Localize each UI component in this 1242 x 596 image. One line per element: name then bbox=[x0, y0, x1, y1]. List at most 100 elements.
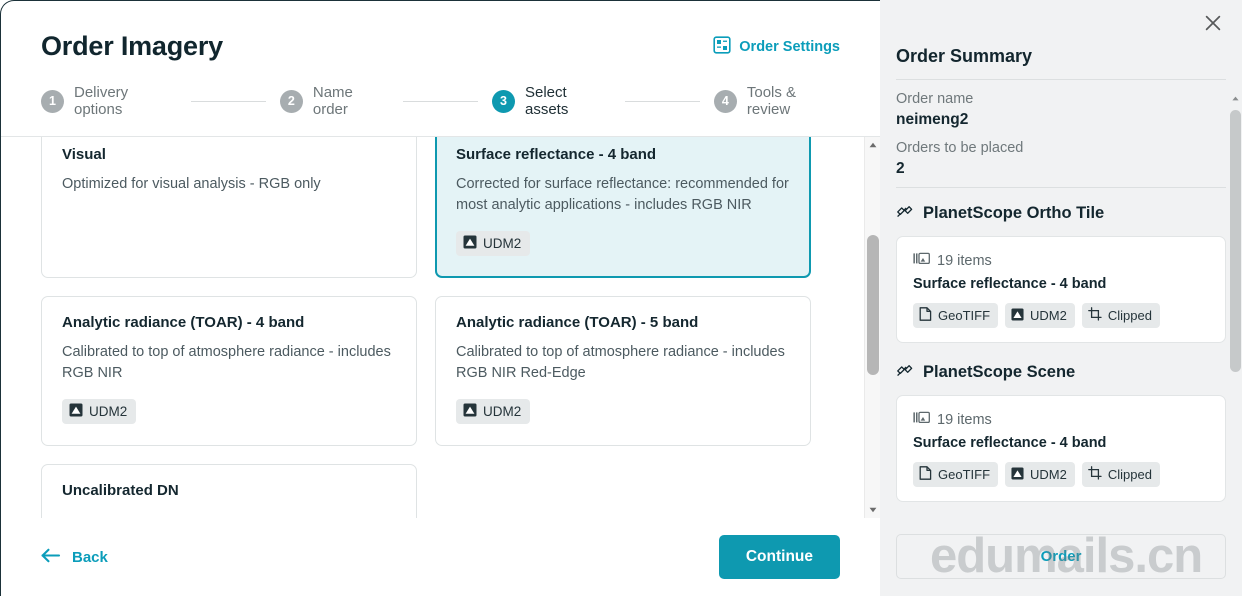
asset-card-description: Calibrated to top of atmosphere radiance… bbox=[62, 342, 396, 384]
order-button[interactable]: Order bbox=[896, 534, 1226, 579]
asset-card-title: Visual bbox=[62, 146, 396, 163]
step-number: 3 bbox=[492, 90, 515, 113]
file-icon bbox=[919, 307, 932, 324]
asset-card-description: Optimized for visual analysis - RGB only bbox=[62, 174, 396, 195]
step-label: Tools & review bbox=[747, 84, 840, 118]
summary-title: Order Summary bbox=[896, 46, 1226, 67]
scrollbar-thumb[interactable] bbox=[867, 235, 879, 375]
summary-items-count: 19 items bbox=[937, 253, 992, 269]
badge-clipped: Clipped bbox=[1082, 462, 1160, 487]
summary-card-badges: GeoTIFF UDM2 bbox=[913, 462, 1209, 487]
asset-card-title: Analytic radiance (TOAR) - 5 band bbox=[456, 314, 790, 331]
asset-card-description: Corrected for surface reflectance: recom… bbox=[456, 174, 790, 216]
summary-content: Order Summary Order name neimeng2 Orders… bbox=[896, 46, 1226, 520]
image-icon bbox=[1011, 467, 1024, 483]
scroll-down-arrow[interactable] bbox=[865, 502, 880, 518]
summary-divider bbox=[896, 187, 1226, 188]
step-connector bbox=[625, 101, 700, 102]
badge-label: UDM2 bbox=[483, 404, 521, 419]
asset-card-title: Analytic radiance (TOAR) - 4 band bbox=[62, 314, 396, 331]
summary-close-row bbox=[880, 0, 1242, 46]
badge-udm2: UDM2 bbox=[456, 399, 530, 424]
step-tools-review[interactable]: 4 Tools & review bbox=[714, 84, 840, 118]
step-number: 4 bbox=[714, 90, 737, 113]
close-icon bbox=[1204, 14, 1222, 32]
asset-cards-container: Visual Optimized for visual analysis - R… bbox=[1, 136, 851, 518]
summary-card-badges: GeoTIFF UDM2 bbox=[913, 303, 1209, 328]
order-settings-icon bbox=[713, 36, 731, 58]
asset-card-visual[interactable]: Visual Optimized for visual analysis - R… bbox=[41, 136, 417, 278]
order-name-value: neimeng2 bbox=[896, 111, 1226, 129]
asset-card-badges: UDM2 bbox=[456, 231, 790, 256]
summary-scroll-up-arrow[interactable] bbox=[1229, 92, 1242, 105]
stepper: 1 Delivery options 2 Name order 3 Select… bbox=[41, 84, 840, 136]
image-icon bbox=[463, 403, 477, 420]
crop-icon bbox=[1088, 466, 1102, 483]
summary-asset-title: Surface reflectance - 4 band bbox=[913, 276, 1209, 292]
step-connector bbox=[191, 101, 266, 102]
back-button[interactable]: Back bbox=[41, 548, 108, 567]
step-select-assets[interactable]: 3 Select assets bbox=[492, 84, 611, 118]
asset-card-title: Surface reflectance - 4 band bbox=[456, 146, 790, 163]
summary-scrollbar[interactable] bbox=[1229, 92, 1242, 534]
summary-group-name: PlanetScope Ortho Tile bbox=[923, 204, 1104, 223]
badge-udm2: UDM2 bbox=[62, 399, 136, 424]
scroll-up-arrow[interactable] bbox=[865, 137, 880, 153]
modal-header: Order Imagery Order Settings bbox=[1, 1, 880, 136]
summary-asset-title: Surface reflectance - 4 band bbox=[913, 435, 1209, 451]
step-label: Select assets bbox=[525, 84, 611, 118]
asset-cards-grid: Visual Optimized for visual analysis - R… bbox=[41, 136, 811, 518]
asset-card-analytic-radiance-toar-5-band[interactable]: Analytic radiance (TOAR) - 5 band Calibr… bbox=[435, 296, 811, 446]
badge-geotiff: GeoTIFF bbox=[913, 462, 998, 487]
image-icon bbox=[69, 403, 83, 420]
summary-card-scene[interactable]: 19 items Surface reflectance - 4 band G bbox=[896, 395, 1226, 502]
modal-footer: Back Continue bbox=[1, 518, 880, 596]
order-imagery-modal: Order Imagery Order Settings bbox=[0, 0, 1242, 596]
summary-group-name: PlanetScope Scene bbox=[923, 363, 1075, 382]
step-number: 2 bbox=[280, 90, 303, 113]
header-row: Order Imagery Order Settings bbox=[41, 31, 840, 62]
summary-items-row: 19 items bbox=[913, 252, 1209, 269]
badge-clipped: Clipped bbox=[1082, 303, 1160, 328]
badge-label: UDM2 bbox=[89, 404, 127, 419]
summary-group-planetscope-ortho-tile: PlanetScope Ortho Tile bbox=[896, 202, 1226, 225]
badge-label: GeoTIFF bbox=[938, 308, 990, 323]
badge-label: UDM2 bbox=[483, 236, 521, 251]
summary-divider bbox=[896, 79, 1226, 80]
arrow-left-icon bbox=[41, 548, 61, 567]
step-connector bbox=[403, 101, 478, 102]
orders-to-be-placed-label: Orders to be placed bbox=[896, 140, 1226, 156]
asset-card-surface-reflectance-4-band[interactable]: Surface reflectance - 4 band Corrected f… bbox=[435, 136, 811, 278]
order-imagery-panel: Order Imagery Order Settings bbox=[0, 0, 880, 596]
badge-udm2: UDM2 bbox=[456, 231, 530, 256]
badge-label: Clipped bbox=[1108, 308, 1152, 323]
order-settings-button[interactable]: Order Settings bbox=[713, 36, 840, 58]
items-icon bbox=[913, 252, 930, 269]
asset-list-scroll-region: Visual Optimized for visual analysis - R… bbox=[1, 136, 880, 518]
close-button[interactable] bbox=[1198, 8, 1228, 38]
continue-button[interactable]: Continue bbox=[719, 535, 840, 579]
badge-label: UDM2 bbox=[1030, 308, 1067, 323]
step-number: 1 bbox=[41, 90, 64, 113]
badge-udm2: UDM2 bbox=[1005, 462, 1075, 487]
summary-items-count: 19 items bbox=[937, 412, 992, 428]
asset-card-badges: UDM2 bbox=[456, 399, 790, 424]
asset-card-title: Uncalibrated DN bbox=[62, 482, 396, 499]
step-label: Name order bbox=[313, 84, 389, 118]
badge-label: UDM2 bbox=[1030, 467, 1067, 482]
badge-label: Clipped bbox=[1108, 467, 1152, 482]
step-name-order[interactable]: 2 Name order bbox=[280, 84, 389, 118]
order-summary-panel: Order Summary Order name neimeng2 Orders… bbox=[880, 0, 1242, 596]
asset-card-uncalibrated-dn[interactable]: Uncalibrated DN bbox=[41, 464, 417, 518]
summary-card-ortho-tile[interactable]: 19 items Surface reflectance - 4 band G bbox=[896, 236, 1226, 343]
order-settings-label: Order Settings bbox=[739, 39, 840, 55]
image-icon bbox=[1011, 308, 1024, 324]
summary-footer: Order bbox=[880, 534, 1242, 596]
step-delivery-options[interactable]: 1 Delivery options bbox=[41, 84, 177, 118]
asset-list-scrollbar[interactable] bbox=[864, 137, 880, 518]
asset-card-analytic-radiance-toar-4-band[interactable]: Analytic radiance (TOAR) - 4 band Calibr… bbox=[41, 296, 417, 446]
crop-icon bbox=[1088, 307, 1102, 324]
summary-scroll-region: Order Summary Order name neimeng2 Orders… bbox=[880, 46, 1242, 534]
summary-scrollbar-thumb[interactable] bbox=[1230, 110, 1241, 372]
badge-udm2: UDM2 bbox=[1005, 303, 1075, 328]
